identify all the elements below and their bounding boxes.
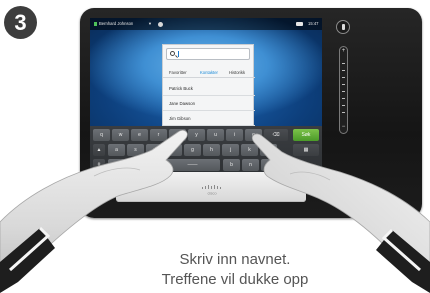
keyboard-row-1: q w e r t y u i o ⌫ Søk — [90, 129, 322, 142]
volume-tick — [342, 98, 345, 99]
key-o[interactable]: o — [245, 129, 262, 141]
volume-slider[interactable]: + − — [339, 46, 348, 134]
list-item[interactable]: Jane Dawson — [163, 96, 255, 111]
list-item[interactable]: Patrick Buck — [163, 81, 255, 96]
key-f[interactable]: f — [165, 144, 182, 156]
search-icon — [170, 51, 175, 56]
key-d[interactable]: d — [146, 144, 163, 156]
key-y[interactable]: y — [188, 129, 205, 141]
volume-tick — [342, 112, 345, 113]
backspace-key[interactable]: ⌫ — [264, 129, 288, 141]
key-l[interactable]: l — [260, 144, 277, 156]
key-b[interactable]: b — [223, 159, 240, 171]
volume-tick — [342, 63, 345, 64]
search-input[interactable] — [178, 50, 248, 58]
caption-line-2: Treffene vil dukke opp — [161, 271, 309, 288]
volume-tick — [342, 105, 345, 106]
caption-line-1: Skriv inn navnet. — [179, 251, 291, 268]
step-number-badge: 3 — [4, 6, 37, 39]
volume-plus-icon[interactable]: + — [340, 48, 347, 55]
status-bar: Bernhard Johnson ▼ 15:47 — [90, 18, 322, 30]
key-x[interactable]: x — [127, 159, 144, 171]
key-c[interactable]: c — [146, 159, 163, 171]
key-a[interactable]: a — [108, 144, 125, 156]
keyboard-layout-icon[interactable]: ▦ — [293, 144, 319, 156]
volume-tick — [342, 77, 345, 78]
volume-tick — [342, 70, 345, 71]
key-q[interactable]: q — [93, 129, 110, 141]
volume-tick — [342, 91, 345, 92]
search-key[interactable]: Søk — [293, 129, 319, 141]
key-i[interactable]: i — [226, 129, 243, 141]
key-n[interactable]: n — [242, 159, 259, 171]
volume-minus-icon[interactable]: − — [340, 124, 347, 131]
key-w[interactable]: w — [112, 129, 129, 141]
key-j[interactable]: j — [222, 144, 239, 156]
shift-key[interactable]: ▲ — [93, 144, 105, 156]
space-key[interactable]: —— — [165, 159, 220, 171]
search-results: Patrick Buck Jane Dawson Jim Gibson — [163, 81, 255, 126]
camera-icon[interactable] — [296, 22, 303, 26]
key-k[interactable]: k — [241, 144, 258, 156]
key-h[interactable]: h — [203, 144, 220, 156]
cisco-logo: cisco — [202, 185, 221, 196]
tab-contacts[interactable]: Kontakter — [200, 69, 218, 76]
directory-tabs: Favoritter Kontakter Historikk — [163, 68, 255, 78]
key-t[interactable]: t — [169, 129, 186, 141]
user-name[interactable]: Bernhard Johnson — [99, 18, 133, 30]
key-s[interactable]: s — [127, 144, 144, 156]
key-e[interactable]: e — [131, 129, 148, 141]
clock: 15:47 — [308, 21, 319, 26]
key-r[interactable]: r — [150, 129, 167, 141]
presence-icon — [94, 22, 97, 26]
microphone-mute-button[interactable] — [336, 20, 350, 34]
search-bar[interactable] — [166, 48, 250, 60]
key-u[interactable]: u — [207, 129, 224, 141]
tab-favorites[interactable]: Favoritter — [169, 69, 187, 76]
info-icon[interactable] — [158, 21, 163, 27]
keyboard-row-2: ▲ a s d f g h j k l ▦ — [90, 144, 322, 157]
volume-tick — [342, 84, 345, 85]
chevron-down-icon[interactable]: ▼ — [148, 18, 152, 30]
text-cursor — [178, 51, 179, 57]
tab-history[interactable]: Historikk — [229, 69, 245, 76]
key-g[interactable]: g — [184, 144, 201, 156]
numbers-key[interactable]: # — [93, 159, 105, 171]
instruction-caption: Skriv inn navnet. Treffene vil dukke opp — [120, 250, 350, 290]
touch-screen: Bernhard Johnson ▼ 15:47 Favoritter Kont… — [90, 18, 322, 186]
search-panel: Favoritter Kontakter Historikk Patrick B… — [162, 44, 255, 132]
key-m[interactable]: m — [261, 159, 278, 171]
list-item[interactable]: Jim Gibson — [163, 111, 255, 126]
key-z[interactable]: z — [108, 159, 125, 171]
svg-text:cisco: cisco — [207, 191, 217, 196]
keyboard-row-3: # z x c —— b n m — [90, 159, 322, 172]
